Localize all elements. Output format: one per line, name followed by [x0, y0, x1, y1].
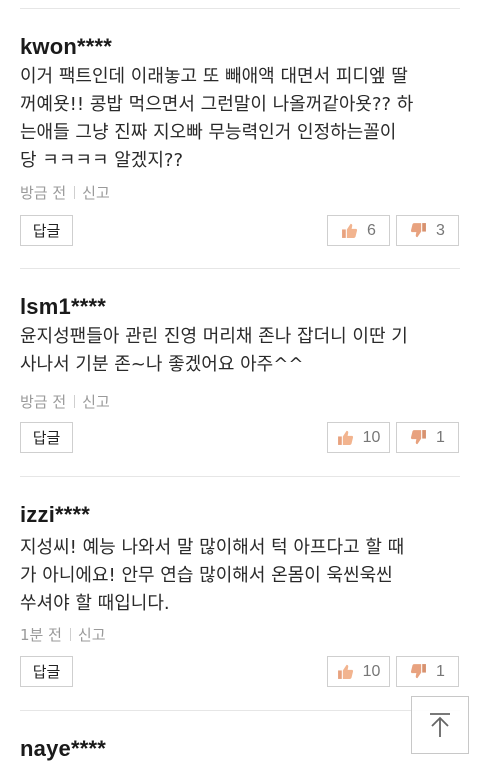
- comment-meta: 1분 전 신고: [20, 624, 106, 645]
- comment-line: 이거 팩트인데 이래놓고 또 빼애액 대면서 피디엪 딸: [20, 66, 408, 87]
- like-count: 10: [362, 662, 381, 680]
- comment-meta: 방금 전 신고: [20, 391, 110, 412]
- divider: [20, 268, 460, 269]
- comment-line: 꺼예욧!! 콩밥 먹으면서 그런말이 나올꺼같아욧?? 하: [20, 94, 414, 115]
- divider-top: [20, 8, 460, 9]
- comment-body: 지성씨! 예능 나와서 말 많이해서 턱 아프다고 할 때 가 아니에요! 안무…: [20, 534, 470, 618]
- meta-separator: [69, 628, 71, 641]
- like-button[interactable]: 10: [327, 422, 390, 453]
- scroll-top-button[interactable]: [411, 696, 469, 754]
- comment-line: 지성씨! 예능 나와서 말 많이해서 턱 아프다고 할 때: [20, 537, 405, 558]
- comment-line: 당 ㅋㅋㅋㅋ 알겠지??: [20, 150, 184, 171]
- comment-time: 방금 전: [20, 184, 67, 202]
- like-count: 10: [362, 428, 381, 446]
- like-button[interactable]: 6: [327, 215, 390, 246]
- dislike-button[interactable]: 1: [396, 422, 459, 453]
- reply-button[interactable]: 답글: [20, 422, 73, 453]
- comment-author: kwon****: [20, 34, 113, 59]
- comment-line: 는애들 그냥 진짜 지오빠 무능력인거 인정하는꼴이: [20, 122, 397, 143]
- comment-body: 윤지성팬들아 관린 진영 머리채 존나 잡더니 이딴 기 사나서 기분 존~나 …: [20, 323, 470, 379]
- comment-author: izzi****: [20, 502, 91, 527]
- divider: [20, 710, 460, 711]
- like-count: 6: [367, 221, 376, 239]
- arrow-up-to-top-icon: [430, 713, 450, 737]
- report-link[interactable]: 신고: [82, 391, 110, 412]
- divider: [20, 476, 460, 477]
- comment-body: 이거 팩트인데 이래놓고 또 빼애액 대면서 피디엪 딸 꺼예욧!! 콩밥 먹으…: [20, 63, 470, 175]
- comment-time: 1분 전: [20, 626, 62, 644]
- thumbs-up-icon: [337, 664, 353, 679]
- like-button[interactable]: 10: [327, 656, 390, 687]
- comment-line: 가 아니에요! 안무 연습 많이해서 온몸이 욱씬욱씬: [20, 565, 393, 586]
- reply-button[interactable]: 답글: [20, 215, 73, 246]
- comment-author: naye****: [20, 736, 106, 761]
- thumbs-down-icon: [411, 223, 426, 238]
- comment-author: lsm1****: [20, 294, 106, 319]
- dislike-button[interactable]: 1: [396, 656, 459, 687]
- dislike-count: 1: [436, 662, 445, 680]
- dislike-count: 1: [436, 428, 445, 446]
- report-link[interactable]: 신고: [78, 624, 106, 645]
- comment-line: 윤지성팬들아 관린 진영 머리채 존나 잡더니 이딴 기: [20, 326, 408, 347]
- meta-separator: [74, 395, 76, 408]
- report-link[interactable]: 신고: [82, 182, 110, 203]
- comment-meta: 방금 전 신고: [20, 182, 110, 203]
- dislike-button[interactable]: 3: [396, 215, 459, 246]
- thumbs-up-icon: [337, 430, 353, 445]
- comment-line: 사나서 기분 존~나 좋겠어요 아주^^: [20, 354, 304, 375]
- thumbs-down-icon: [411, 664, 426, 679]
- comment-time: 방금 전: [20, 393, 67, 411]
- dislike-count: 3: [436, 221, 445, 239]
- meta-separator: [74, 186, 76, 199]
- reply-button[interactable]: 답글: [20, 656, 73, 687]
- thumbs-up-icon: [342, 223, 358, 238]
- comment-line: 쑤셔야 할 때입니다.: [20, 593, 170, 614]
- thumbs-down-icon: [411, 430, 426, 445]
